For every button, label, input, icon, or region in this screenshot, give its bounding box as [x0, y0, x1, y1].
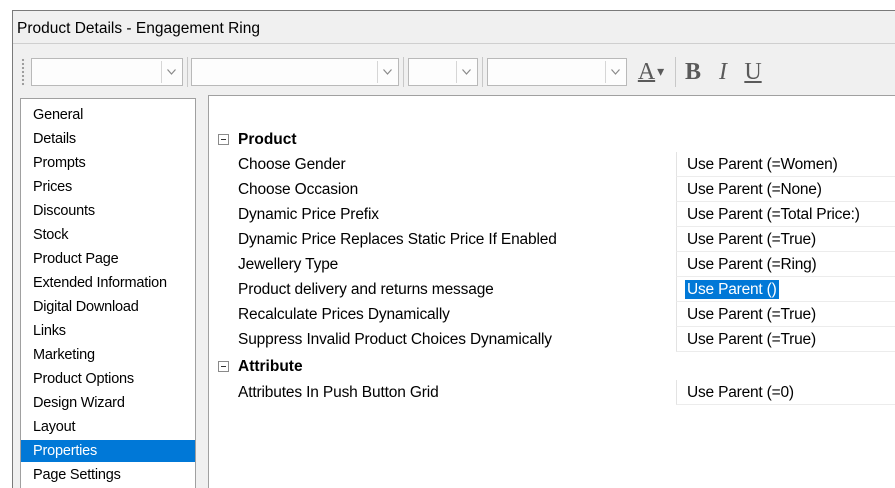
property-grid: Product Choose Gender Use Parent (=Women… — [208, 95, 895, 488]
toolbar-grip-icon[interactable] — [21, 58, 26, 86]
underline-button[interactable]: U — [739, 57, 767, 87]
chevron-down-icon[interactable] — [605, 61, 624, 83]
sidebar-item-extended-information[interactable]: Extended Information — [21, 272, 195, 294]
property-row[interactable]: Dynamic Price Replaces Static Price If E… — [209, 227, 895, 252]
property-value[interactable]: Use Parent (=None) — [687, 181, 822, 199]
category-attribute[interactable]: Attribute — [209, 354, 895, 379]
property-name: Choose Gender — [238, 156, 346, 173]
property-name: Attributes In Push Button Grid — [238, 384, 439, 401]
category-product[interactable]: Product — [209, 127, 895, 152]
property-value-cell[interactable]: Use Parent (=0) — [676, 380, 895, 405]
property-name: Dynamic Price Prefix — [238, 206, 379, 223]
sidebar-item-product-options[interactable]: Product Options — [21, 368, 195, 390]
property-value-cell[interactable]: Use Parent (=True) — [676, 227, 895, 252]
sidebar-item-layout[interactable]: Layout — [21, 416, 195, 438]
sidebar-item-marketing[interactable]: Marketing — [21, 344, 195, 366]
sidebar-item-stock[interactable]: Stock — [21, 224, 195, 246]
property-name: Jewellery Type — [238, 256, 339, 273]
title-bar: Product Details - Engagement Ring — [13, 11, 895, 44]
sidebar-item-prices[interactable]: Prices — [21, 176, 195, 198]
property-name: Choose Occasion — [238, 181, 359, 198]
property-row[interactable]: Recalculate Prices Dynamically Use Paren… — [209, 302, 895, 327]
property-row[interactable]: Dynamic Price Prefix Use Parent (=Total … — [209, 202, 895, 227]
sidebar-item-discounts[interactable]: Discounts — [21, 200, 195, 222]
minus-box-icon[interactable] — [218, 134, 229, 145]
chevron-down-icon[interactable] — [456, 61, 475, 83]
property-row[interactable]: Suppress Invalid Product Choices Dynamic… — [209, 327, 895, 352]
property-value[interactable]: Use Parent (=True) — [687, 331, 816, 349]
size-combo[interactable] — [408, 58, 478, 86]
property-value[interactable]: Use Parent (=0) — [687, 384, 794, 402]
property-row[interactable]: Choose Gender Use Parent (=Women) — [209, 152, 895, 177]
property-value-cell[interactable]: Use Parent (=True) — [676, 327, 895, 352]
property-name: Dynamic Price Replaces Static Price If E… — [238, 231, 557, 248]
property-value[interactable]: Use Parent (=Ring) — [687, 256, 817, 274]
sidebar-item-page-settings[interactable]: Page Settings — [21, 464, 195, 486]
sidebar-item-properties[interactable]: Properties — [21, 440, 195, 462]
color-combo[interactable] — [487, 58, 627, 86]
property-row[interactable]: Attributes In Push Button Grid Use Paren… — [209, 380, 895, 405]
italic-icon: I — [719, 58, 727, 85]
toolbar-group: A ▾ B I U — [17, 50, 793, 94]
property-value-cell[interactable]: Use Parent (=Total Price:) — [676, 202, 895, 227]
property-row-selected[interactable]: Product delivery and returns message Use… — [209, 277, 895, 302]
sidebar-item-prompts[interactable]: Prompts — [21, 152, 195, 174]
property-value-cell[interactable]: Use Parent (=Ring) — [676, 252, 895, 277]
window-title: Product Details - Engagement Ring — [17, 20, 260, 37]
property-name: Recalculate Prices Dynamically — [238, 306, 450, 323]
property-row[interactable]: Choose Occasion Use Parent (=None) — [209, 177, 895, 202]
format-toolbar: A ▾ B I U — [13, 44, 895, 99]
category-label: Attribute — [238, 358, 303, 375]
bold-icon: B — [684, 58, 701, 85]
font-combo[interactable] — [191, 58, 399, 86]
italic-button[interactable]: I — [709, 57, 737, 87]
toolbar-separator — [187, 57, 188, 87]
property-value-editing[interactable]: Use Parent () — [685, 280, 779, 299]
chevron-down-icon[interactable] — [161, 61, 180, 83]
section-list[interactable]: General Details Prompts Prices Discounts… — [20, 98, 196, 488]
toolbar-separator — [403, 57, 404, 87]
property-value-cell[interactable]: Use Parent () — [676, 277, 895, 302]
underline-icon: U — [744, 58, 762, 85]
property-row[interactable]: Jewellery Type Use Parent (=Ring) — [209, 252, 895, 277]
property-value-cell[interactable]: Use Parent (=None) — [676, 177, 895, 202]
property-name: Product delivery and returns message — [238, 281, 494, 298]
property-value-cell[interactable]: Use Parent (=True) — [676, 302, 895, 327]
category-label: Product — [238, 131, 297, 148]
property-value-cell[interactable]: Use Parent (=Women) — [676, 152, 895, 177]
font-color-dropdown-icon[interactable]: ▾ — [657, 64, 664, 81]
font-color-button[interactable]: A ▾ — [631, 57, 671, 87]
property-value[interactable]: Use Parent (=Women) — [687, 156, 838, 174]
font-color-icon: A — [637, 58, 656, 85]
sidebar-item-details[interactable]: Details — [21, 128, 195, 150]
bold-button[interactable]: B — [679, 57, 707, 87]
toolbar-separator — [675, 57, 676, 87]
sidebar-item-product-page[interactable]: Product Page — [21, 248, 195, 270]
sidebar-item-links[interactable]: Links — [21, 320, 195, 342]
chevron-down-icon[interactable] — [377, 61, 396, 83]
sidebar-item-general[interactable]: General — [21, 104, 195, 126]
property-name: Suppress Invalid Product Choices Dynamic… — [238, 331, 552, 348]
minus-box-icon[interactable] — [218, 361, 229, 372]
sidebar-item-design-wizard[interactable]: Design Wizard — [21, 392, 195, 414]
style-combo[interactable] — [31, 58, 183, 86]
sidebar-item-digital-download[interactable]: Digital Download — [21, 296, 195, 318]
property-value[interactable]: Use Parent (=Total Price:) — [687, 206, 860, 224]
toolbar-separator — [482, 57, 483, 87]
property-value[interactable]: Use Parent (=True) — [687, 306, 816, 324]
property-value[interactable]: Use Parent (=True) — [687, 231, 816, 249]
